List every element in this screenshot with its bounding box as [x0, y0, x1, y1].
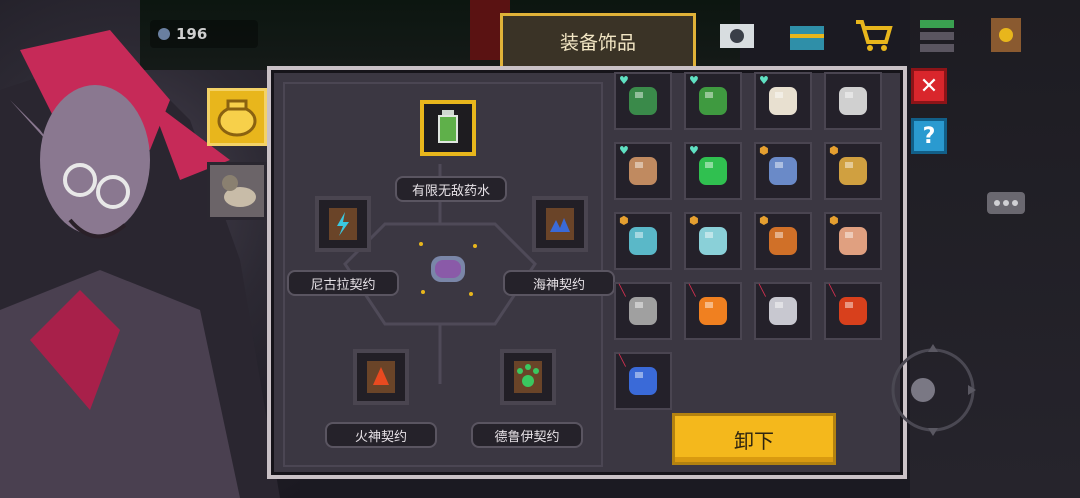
heart-badge-icon: ♥ [689, 144, 699, 157]
wave-contract-icon [546, 208, 574, 240]
slot-bottom-left-contract[interactable] [353, 349, 409, 405]
shield-badge-icon: ⬢ [759, 144, 769, 157]
tab-accessory-equip[interactable]: 装备饰品 [500, 13, 696, 69]
fire-boots-item-icon [769, 227, 797, 255]
slot-bottom-left-label: 火神契约 [325, 422, 437, 448]
fire-contract-icon [367, 361, 395, 393]
inventory-slot[interactable]: ♥ [614, 72, 672, 130]
vine-item-icon [699, 87, 727, 115]
inventory-slot[interactable]: ╲ [824, 282, 882, 340]
slot-top-potion[interactable] [420, 100, 476, 156]
shield-badge-icon: ⬢ [619, 214, 629, 227]
task-list-icon[interactable] [916, 14, 958, 56]
fire-crystal-item-icon [699, 297, 727, 325]
shield-badge-icon: ⬢ [829, 214, 839, 227]
inventory-slot[interactable]: ♥ [684, 72, 742, 130]
green-blob-item-icon [629, 87, 657, 115]
treasure-chest-icon[interactable] [786, 14, 828, 56]
joystick-control[interactable] [888, 330, 978, 450]
target-item-icon [839, 297, 867, 325]
inventory-slot[interactable]: ╲ [684, 282, 742, 340]
paw-contract-icon [514, 361, 542, 393]
blue-cloak-item-icon [769, 157, 797, 185]
green-x-item-icon [699, 157, 727, 185]
currency-display: 196 [150, 20, 258, 48]
shield-badge-icon: ⬢ [829, 144, 839, 157]
inventory-slot[interactable]: ⬢ [684, 212, 742, 270]
meat-item-icon [839, 227, 867, 255]
tab-accessory-equip-label: 装备饰品 [559, 31, 636, 54]
slot-top-label: 有限无敌药水 [395, 176, 507, 202]
villain-character [0, 30, 280, 498]
inventory-slot[interactable]: ⬢ [754, 142, 812, 200]
slot-left-contract[interactable] [315, 196, 371, 252]
heart-badge-icon: ♥ [759, 74, 769, 87]
inventory-slot[interactable]: ♥ [754, 72, 812, 130]
heart-badge-icon: ♥ [619, 144, 629, 157]
gold-cape-item-icon [839, 157, 867, 185]
unequip-button-label: 卸下 [734, 428, 774, 453]
side-tab-pet[interactable] [207, 162, 267, 220]
heart-badge-icon: ♥ [619, 74, 629, 87]
help-icon[interactable]: ? [911, 118, 947, 154]
accessory-scroll-icon [419, 242, 477, 296]
inventory-slot[interactable] [824, 72, 882, 130]
inventory-slot[interactable]: ⬢ [824, 212, 882, 270]
inventory-slot[interactable]: ╲ [614, 352, 672, 410]
blue-gem-item-icon [629, 367, 657, 395]
helmet-item-icon [839, 87, 867, 115]
inventory-slot[interactable]: ♥ [614, 142, 672, 200]
red-badge-icon: ╲ [619, 284, 626, 297]
unequip-button[interactable]: 卸下 [672, 413, 836, 465]
ice-shard-item-icon [699, 227, 727, 255]
heart-badge-icon: ♥ [689, 74, 699, 87]
glasses-face-item-icon [629, 157, 657, 185]
shield-badge-icon: ⬢ [759, 214, 769, 227]
currency-value: 196 [176, 25, 208, 43]
inventory-slot[interactable]: ╲ [614, 282, 672, 340]
red-badge-icon: ╲ [759, 284, 766, 297]
equip-slots-area: 有限无敌药水 尼古拉契约 海神契约 火神契约 德鲁伊契约 [283, 82, 615, 467]
gauntlet-item-icon [629, 297, 657, 325]
slot-right-label: 海神契约 [503, 270, 615, 296]
shield-badge-icon: ⬢ [689, 214, 699, 227]
slot-bottom-right-contract[interactable] [500, 349, 556, 405]
slot-right-contract[interactable] [532, 196, 588, 252]
inventory-slot[interactable]: ♥ [684, 142, 742, 200]
camera-icon[interactable] [716, 14, 758, 56]
silver-shard-item-icon [769, 297, 797, 325]
pet-icon [222, 175, 256, 207]
notebook-icon[interactable] [985, 14, 1027, 56]
shop-cart-icon[interactable] [852, 14, 894, 56]
red-badge-icon: ╲ [829, 284, 836, 297]
gem-icon [158, 28, 170, 40]
slot-bottom-right-label: 德鲁伊契约 [471, 422, 583, 448]
bone-item-icon [769, 87, 797, 115]
inventory-slot[interactable]: ⬢ [824, 142, 882, 200]
green-potion-icon [438, 110, 458, 143]
red-badge-icon: ╲ [689, 284, 696, 297]
red-badge-icon: ╲ [619, 354, 626, 367]
gold-pot-icon [217, 99, 257, 137]
side-tab-accessory[interactable] [207, 88, 267, 146]
close-icon[interactable]: ✕ [911, 68, 947, 104]
ice-boot-item-icon [629, 227, 657, 255]
chat-bubble-icon[interactable] [985, 190, 1027, 220]
slot-left-label: 尼古拉契约 [287, 270, 399, 296]
inventory-slot[interactable]: ⬢ [754, 212, 812, 270]
lightning-contract-icon [329, 208, 357, 240]
inventory-slot[interactable]: ╲ [754, 282, 812, 340]
inventory-slot[interactable]: ⬢ [614, 212, 672, 270]
